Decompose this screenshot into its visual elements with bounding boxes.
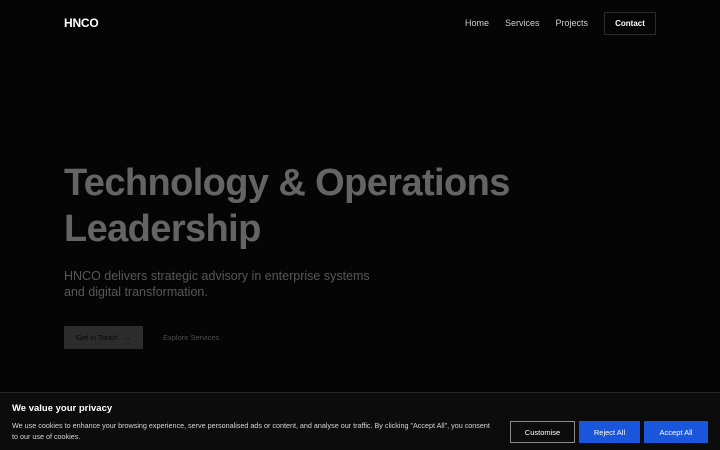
page: HNCO Home Services Projects Contact Tech… [0,0,720,450]
hero-title-line-1: Technology & Operations [64,162,510,204]
get-in-touch-label: Get in Touch [76,333,118,342]
arrow-right-icon: → [122,333,131,342]
nav-link-services[interactable]: Services [505,18,540,28]
cookie-banner: We value your privacy We use cookies to … [0,392,720,450]
cookie-text: We use cookies to enhance your browsing … [12,421,490,441]
site-header: HNCO Home Services Projects Contact [0,0,720,46]
hero-actions: Get in Touch → Explore Services [64,326,524,349]
explore-services-button[interactable]: Explore Services [163,333,219,342]
hero-title-line-2: Leadership [64,208,261,250]
get-in-touch-button[interactable]: Get in Touch → [64,326,143,349]
hero-section: Technology & Operations Leadership HNCO … [64,160,524,349]
cookie-actions: Customise Reject All Accept All [510,421,708,443]
nav-link-projects[interactable]: Projects [555,18,588,28]
hero-subtitle-line-1: HNCO delivers strategic advisory in ente… [64,269,370,283]
logo[interactable]: HNCO [64,16,99,30]
contact-button[interactable]: Contact [604,11,656,35]
hero-subtitle: HNCO delivers strategic advisory in ente… [64,268,394,300]
main-nav: Home Services Projects Contact [465,11,656,35]
hero-title: Technology & Operations Leadership [64,160,524,252]
nav-link-home[interactable]: Home [465,18,489,28]
reject-all-button[interactable]: Reject All [579,421,640,443]
cookie-title: We value your privacy [12,403,113,414]
hero-subtitle-line-2: and digital transformation. [64,285,208,299]
accept-all-button[interactable]: Accept All [644,421,708,443]
customise-button[interactable]: Customise [510,421,575,443]
